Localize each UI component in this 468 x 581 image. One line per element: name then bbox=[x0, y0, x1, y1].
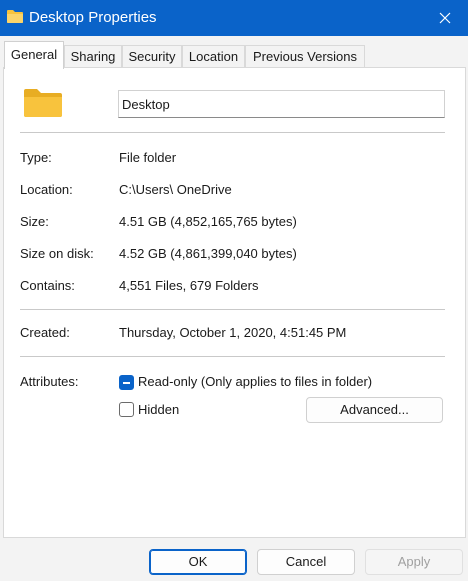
general-panel: Type: File folder Location: C:\Users\ On… bbox=[3, 67, 466, 538]
dialog-footer: OK Cancel Apply bbox=[0, 538, 468, 581]
tab-location[interactable]: Location bbox=[182, 45, 245, 68]
apply-button[interactable]: Apply bbox=[365, 549, 463, 575]
type-label: Type: bbox=[20, 150, 52, 165]
hidden-label[interactable]: Hidden bbox=[138, 402, 179, 417]
location-label: Location: bbox=[20, 182, 73, 197]
size-label: Size: bbox=[20, 214, 49, 229]
divider bbox=[20, 309, 445, 310]
tab-sharing[interactable]: Sharing bbox=[64, 45, 122, 68]
tab-previous-versions[interactable]: Previous Versions bbox=[245, 45, 365, 68]
contains-value: 4,551 Files, 679 Folders bbox=[119, 278, 259, 293]
contains-label: Contains: bbox=[20, 278, 75, 293]
folder-icon bbox=[24, 89, 62, 117]
advanced-button[interactable]: Advanced... bbox=[306, 397, 443, 423]
divider bbox=[20, 356, 445, 357]
divider bbox=[20, 132, 445, 133]
close-button[interactable] bbox=[422, 0, 468, 36]
ok-button[interactable]: OK bbox=[149, 549, 247, 575]
window-title: Desktop Properties bbox=[29, 9, 157, 26]
tab-general[interactable]: General bbox=[4, 41, 64, 69]
size-on-disk-label: Size on disk: bbox=[20, 246, 94, 261]
hidden-checkbox[interactable] bbox=[119, 402, 134, 417]
created-label: Created: bbox=[20, 325, 70, 340]
attributes-label: Attributes: bbox=[20, 374, 79, 389]
readonly-checkbox[interactable] bbox=[119, 375, 134, 390]
readonly-label[interactable]: Read-only (Only applies to files in fold… bbox=[138, 374, 372, 389]
size-on-disk-value: 4.52 GB (4,861,399,040 bytes) bbox=[119, 246, 297, 261]
created-value: Thursday, October 1, 2020, 4:51:45 PM bbox=[119, 325, 347, 340]
tab-strip: General Sharing Security Location Previo… bbox=[0, 36, 468, 69]
type-value: File folder bbox=[119, 150, 177, 165]
folder-name-input[interactable] bbox=[118, 90, 445, 118]
location-value: C:\Users\ OneDrive bbox=[119, 182, 232, 197]
size-value: 4.51 GB (4,852,165,765 bytes) bbox=[119, 214, 297, 229]
title-bar: Desktop Properties bbox=[0, 0, 468, 36]
cancel-button[interactable]: Cancel bbox=[257, 549, 355, 575]
folder-icon bbox=[7, 10, 23, 23]
tab-security[interactable]: Security bbox=[122, 45, 182, 68]
close-icon bbox=[439, 12, 451, 24]
